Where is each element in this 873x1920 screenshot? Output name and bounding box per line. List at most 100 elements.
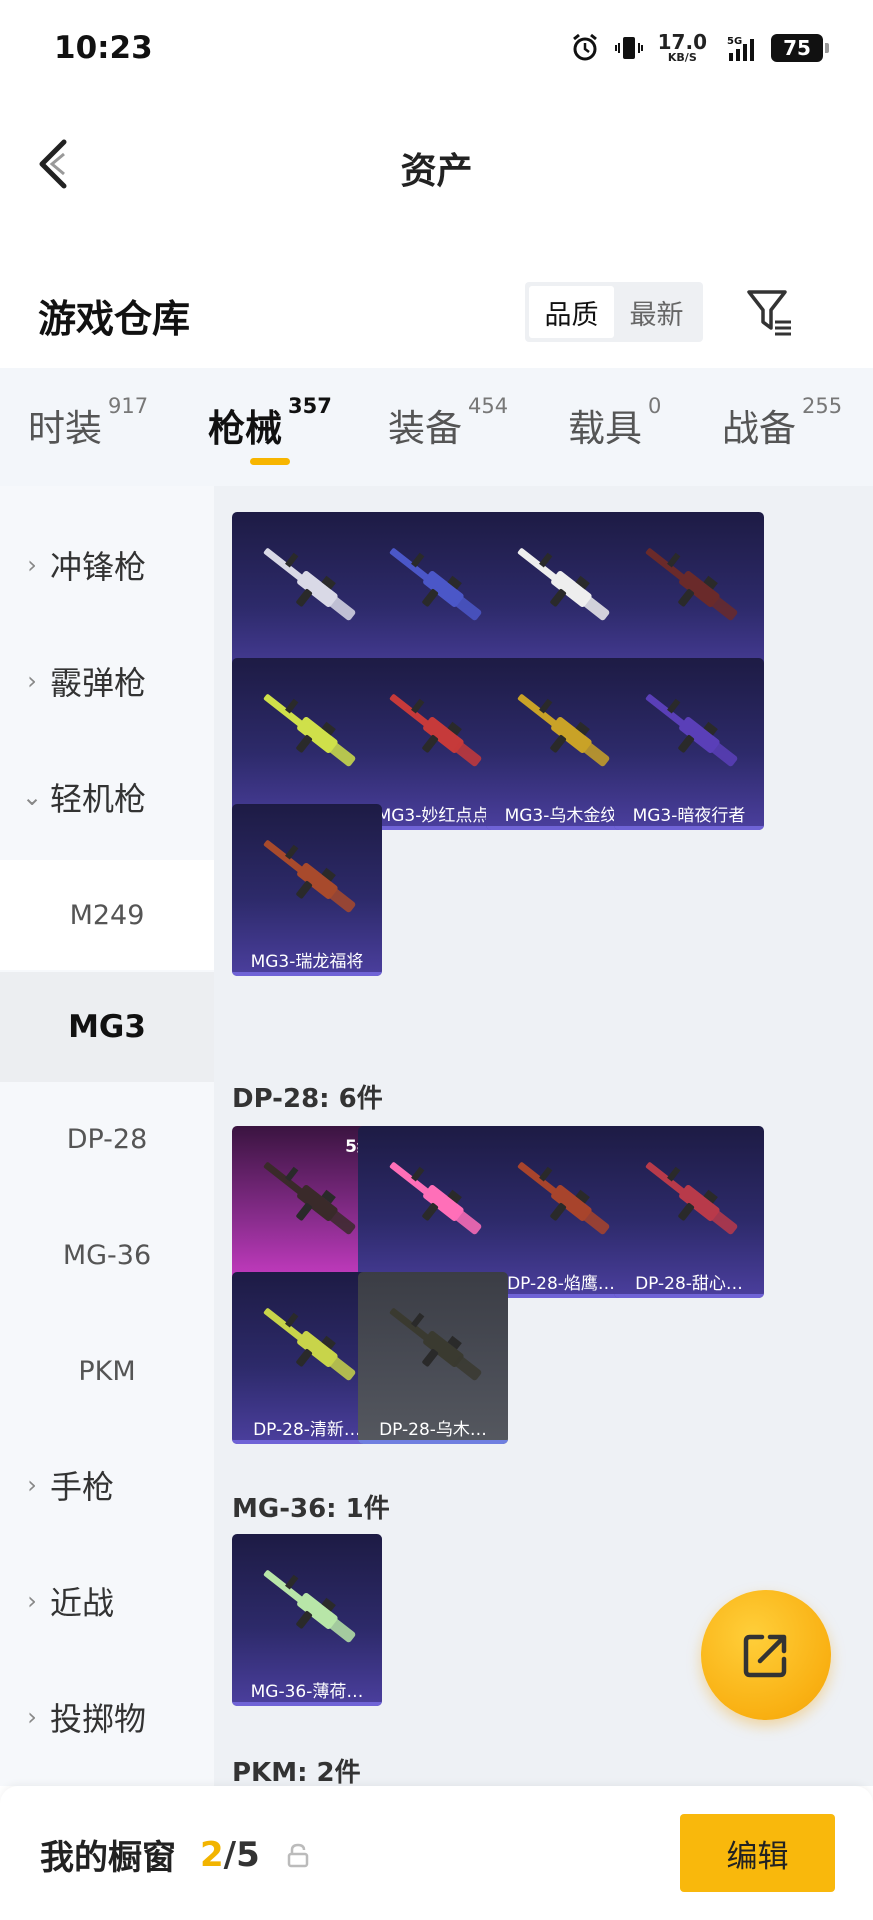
sidebar-sub-m249[interactable]: M249 — [0, 860, 214, 970]
sidebar-item-label: 手枪 — [50, 1468, 115, 1506]
rarity-bar — [614, 1294, 764, 1298]
signal-icon: 5G — [727, 36, 754, 61]
tab-count: 0 — [648, 394, 662, 418]
chevron-right-icon: › — [27, 1471, 37, 1499]
chevron-right-icon: › — [27, 1703, 37, 1731]
sidebar-sub-pkm[interactable]: PKM — [0, 1316, 214, 1426]
sidebar-item-label: 近战 — [50, 1584, 115, 1622]
chevron-right-icon: › — [27, 1587, 37, 1615]
sidebar-sub-dp28[interactable]: DP-28 — [0, 1084, 214, 1194]
weapon-type-sidebar: › 冲锋枪 › 霰弹枪 ⌄ 轻机枪 M249 MG3 DP-28 MG-36 P… — [0, 486, 214, 1786]
rarity-bar — [232, 972, 382, 976]
weapon-image — [517, 548, 610, 621]
skin-card[interactable]: DP-28-甜心… — [614, 1126, 764, 1298]
tab-count: 917 — [108, 394, 149, 418]
sidebar-item-melee[interactable]: › 近战 — [0, 1546, 214, 1656]
chevron-right-icon: › — [27, 667, 37, 695]
sidebar-sub-mg3[interactable]: MG3 — [0, 972, 214, 1082]
weapon-image — [389, 1162, 482, 1235]
skin-name: DP-28-甜心… — [635, 1274, 743, 1294]
sidebar-item-throwables[interactable]: › 投掷物 — [0, 1662, 214, 1772]
lock-icon[interactable] — [286, 1842, 310, 1868]
tab-equipment[interactable]: 装备 454 — [388, 394, 508, 452]
page-title: 资产 — [400, 151, 473, 192]
weapon-image — [263, 840, 356, 913]
skin-name: MG3-瑞龙福将 — [250, 952, 364, 972]
filter-icon[interactable] — [745, 284, 795, 340]
chevron-right-icon: › — [27, 551, 37, 579]
tab-label: 战备 — [722, 407, 796, 450]
sidebar-item-label: 霰弹枪 — [50, 664, 147, 702]
weapon-image — [263, 1162, 356, 1235]
weapon-image — [263, 694, 356, 767]
skin-name: MG-36-薄荷… — [250, 1682, 364, 1702]
tab-label: 装备 — [388, 407, 462, 450]
tab-firearms[interactable]: 枪械 357 — [208, 394, 332, 452]
group-label-dp28: DP-28: 6件 — [232, 1084, 383, 1114]
weapon-image — [645, 548, 738, 621]
tab-vehicles[interactable]: 载具 0 — [568, 394, 661, 452]
weapon-image — [263, 1570, 356, 1643]
sort-option-quality[interactable]: 品质 — [529, 286, 614, 338]
weapon-image — [389, 694, 482, 767]
group-label-pkm: PKM: 2件 — [232, 1758, 361, 1786]
weapon-image — [263, 548, 356, 621]
warehouse-title: 游戏仓库 — [38, 297, 191, 341]
sidebar-item-pistol[interactable]: › 手枪 — [0, 1430, 214, 1540]
showcase-current: 2 — [200, 1834, 224, 1875]
skin-name: MG3-暗夜行者 — [632, 806, 746, 826]
sort-option-newest[interactable]: 最新 — [614, 286, 699, 338]
showcase-total: 5 — [236, 1834, 260, 1875]
tab-label: 枪械 — [208, 407, 282, 450]
skin-name: DP-28-乌木… — [379, 1420, 487, 1440]
status-bar: 10:23 17.0 KB/S 5G 75 — [0, 0, 873, 100]
status-icons: 17.0 KB/S 5G 75 — [570, 32, 829, 63]
network-speed: 17.0 KB/S — [658, 32, 707, 63]
alarm-icon — [572, 33, 597, 60]
speed-unit: KB/S — [667, 51, 697, 64]
svg-text:5G: 5G — [727, 36, 742, 47]
weapon-image — [517, 1162, 610, 1235]
sidebar-item-smg[interactable]: › 冲锋枪 — [0, 510, 214, 620]
sidebar-sub-mg36[interactable]: MG-36 — [0, 1200, 214, 1310]
edit-button[interactable]: 编辑 — [680, 1814, 835, 1892]
rarity-bar — [358, 1440, 508, 1444]
tab-label: 时装 — [28, 407, 102, 450]
tab-count: 357 — [288, 394, 332, 418]
sidebar-item-label: 轻机枪 — [50, 780, 147, 818]
share-button[interactable] — [701, 1590, 831, 1720]
weapon-image — [263, 1308, 356, 1381]
warehouse-header: 游戏仓库 品质 最新 — [0, 270, 873, 360]
rarity-bar — [232, 1702, 382, 1706]
active-tab-indicator — [250, 458, 290, 465]
vibrate-icon — [614, 36, 643, 59]
skin-card[interactable]: MG3-暗夜行者 — [614, 658, 764, 830]
weapon-image — [389, 548, 482, 621]
tab-count: 255 — [802, 394, 843, 418]
weapon-image — [645, 694, 738, 767]
weapon-image — [645, 1162, 738, 1235]
showcase-separator: / — [223, 1834, 237, 1875]
sidebar-item-label: 投掷物 — [50, 1700, 147, 1738]
group-label-mg36: MG-36: 1件 — [232, 1494, 390, 1524]
tab-supplies[interactable]: 战备 255 — [722, 394, 842, 452]
tab-count: 454 — [468, 394, 509, 418]
speed-value: 17.0 — [657, 30, 707, 54]
share-icon — [743, 1634, 787, 1678]
sort-segmented-control: 品质 最新 — [525, 282, 703, 342]
rarity-bar — [614, 826, 764, 830]
sidebar-item-label: 冲锋枪 — [50, 548, 147, 586]
tab-label: 载具 — [568, 407, 642, 450]
category-tabs: 时装 917 枪械 357 装备 454 载具 0 战备 255 — [0, 368, 873, 486]
chevron-down-icon: ⌄ — [21, 783, 43, 811]
tab-fashion[interactable]: 时装 917 — [28, 394, 148, 452]
skin-card[interactable]: MG-36-薄荷… — [232, 1534, 382, 1706]
skin-card[interactable]: DP-28-乌木… — [358, 1272, 508, 1444]
sidebar-item-lmg[interactable]: ⌄ 轻机枪 — [0, 742, 214, 852]
sidebar-item-shotgun[interactable]: › 霰弹枪 — [0, 626, 214, 736]
weapon-image — [389, 1308, 482, 1381]
bottom-bar: 我的橱窗 2 / 5 编辑 — [0, 1786, 873, 1920]
app-header: 资产 — [0, 100, 873, 230]
battery-icon: 75 — [771, 33, 829, 62]
skin-card[interactable]: MG3-瑞龙福将 — [232, 804, 382, 976]
